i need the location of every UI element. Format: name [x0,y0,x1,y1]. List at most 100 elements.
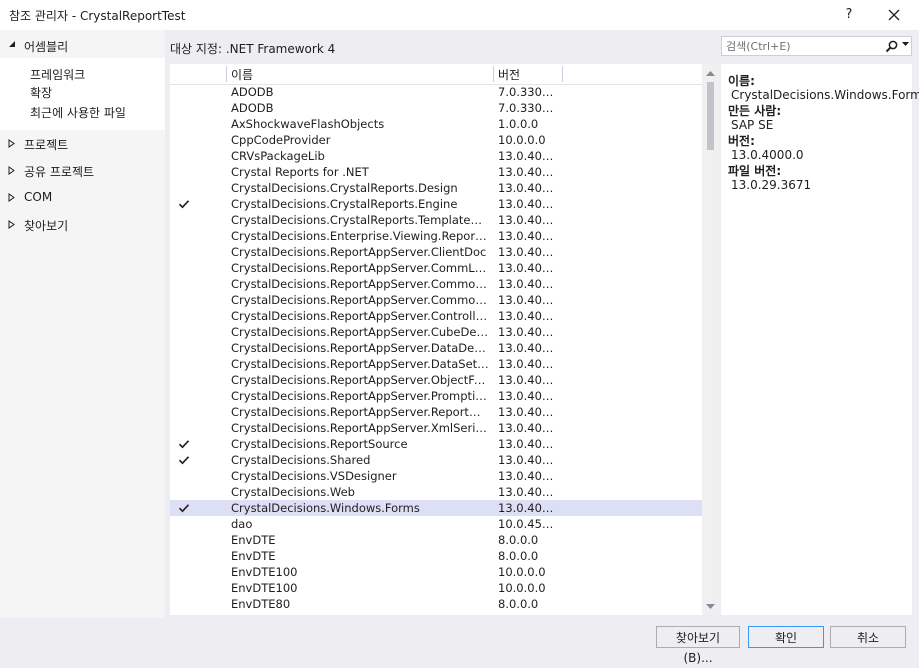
table-row[interactable]: CrystalDecisions.ReportAppServer.ObjectF… [170,372,702,388]
table-row[interactable]: CrystalDecisions.CrystalReports.Engine 13… [170,196,702,212]
checkbox[interactable] [178,118,190,130]
column-header-version[interactable]: 버전 [498,66,520,83]
column-header-name[interactable]: 이름 [231,66,253,83]
target-framework-label: 대상 지정: .NET Framework 4 [170,42,336,56]
table-row[interactable]: CrystalDecisions.CrystalReports.Design 13… [170,180,702,196]
table-row[interactable]: ADODB 7.0.3300.0 [170,100,702,116]
cell-name: Crystal Reports for .NET [231,165,369,179]
checkbox[interactable] [178,262,190,274]
checkbox[interactable] [178,486,190,498]
checkbox[interactable] [178,598,190,610]
checkbox[interactable] [178,278,190,290]
table-row[interactable]: CrystalDecisions.ReportAppServer.CommonO… [170,292,702,308]
table-row[interactable]: CrystalDecisions.ReportAppServer.DataSet… [170,356,702,372]
search-input[interactable] [726,38,876,54]
table-row[interactable]: CrystalDecisions.ReportAppServer.DataDef… [170,340,702,356]
table-row[interactable]: CrystalDecisions.ReportSource 13.0.400... [170,436,702,452]
table-row[interactable]: CrystalDecisions.ReportAppServer.CommLay… [170,260,702,276]
table-row[interactable]: CrystalDecisions.ReportAppServer.CubeDef… [170,324,702,340]
table-row[interactable]: EnvDTE100 10.0.0.0 [170,580,702,596]
table-row[interactable]: AxShockwaveFlashObjects 1.0.0.0 [170,116,702,132]
checkbox-checked[interactable] [178,502,190,514]
column-separator[interactable] [226,66,227,82]
checkbox[interactable] [178,518,190,530]
checkbox[interactable] [178,550,190,562]
table-row[interactable]: CrystalDecisions.Web 13.0.400... [170,484,702,500]
table-row[interactable]: EnvDTE100 10.0.0.0 [170,564,702,580]
table-row[interactable]: CrystalDecisions.ReportAppServer.ReportD… [170,404,702,420]
nav-projects[interactable]: 프로젝트 [0,134,165,154]
checkbox[interactable] [178,422,190,434]
browse-button[interactable]: 찾아보기(B)... [656,626,740,665]
close-button[interactable] [878,3,910,27]
table-row[interactable]: CrystalDecisions.Shared 13.0.400... [170,452,702,468]
table-row[interactable]: CrystalDecisions.VSDesigner 13.0.400... [170,468,702,484]
table-row[interactable]: Crystal Reports for .NET 13.0.400... [170,164,702,180]
checkbox[interactable] [178,406,190,418]
scroll-down-icon[interactable] [706,604,715,610]
table-row[interactable]: CrystalDecisions.ReportAppServer.Control… [170,308,702,324]
help-button[interactable]: ? [834,3,864,27]
checkbox[interactable] [178,534,190,546]
scroll-thumb[interactable] [707,82,714,150]
search-icon[interactable] [885,40,898,53]
chevron-down-icon[interactable] [902,42,909,47]
checkbox[interactable] [178,230,190,242]
checkbox-checked[interactable] [178,438,190,450]
checkbox[interactable] [178,214,190,226]
checkbox[interactable] [178,374,190,386]
nav-shared-projects[interactable]: 공유 프로젝트 [0,161,165,181]
checkbox[interactable] [178,390,190,402]
table-row[interactable]: dao 10.0.450... [170,516,702,532]
cell-version: 13.0.400... [498,325,558,339]
checkbox[interactable] [178,342,190,354]
table-row[interactable]: CRVsPackageLib 13.0.400... [170,148,702,164]
table-row[interactable]: ADODB 7.0.3300.0 [170,84,702,100]
checkbox-checked[interactable] [178,454,190,466]
checkbox[interactable] [178,326,190,338]
table-row[interactable]: CrystalDecisions.Windows.Forms 13.0.400..… [170,500,702,516]
checkbox-checked[interactable] [178,198,190,210]
table-row[interactable]: EnvDTE 8.0.0.0 [170,548,702,564]
table-row[interactable]: CppCodeProvider 10.0.0.0 [170,132,702,148]
table-row[interactable]: CrystalDecisions.ReportAppServer.ClientD… [170,244,702,260]
table-row[interactable]: CrystalDecisions.CrystalReports.Template… [170,212,702,228]
checkbox[interactable] [178,582,190,594]
checkbox[interactable] [178,566,190,578]
nav-browse[interactable]: 찾아보기 [0,215,165,235]
checkbox[interactable] [178,470,190,482]
checkbox[interactable] [178,182,190,194]
nav-item-framework[interactable]: 프레임워크 [30,66,85,83]
table-row[interactable]: CrystalDecisions.ReportAppServer.XmlSeri… [170,420,702,436]
table-row[interactable]: EnvDTE 8.0.0.0 [170,532,702,548]
table-row[interactable]: CrystalDecisions.Enterprise.Viewing.Repo… [170,228,702,244]
ok-button[interactable]: 확인 [748,626,824,648]
cell-name: CrystalDecisions.ReportAppServer.Control… [231,309,489,323]
scroll-up-icon[interactable] [706,70,715,76]
checkbox[interactable] [178,166,190,178]
cell-version: 13.0.400... [498,197,558,211]
checkbox[interactable] [178,102,190,114]
list-scrollbar[interactable] [702,64,719,615]
table-row[interactable]: CrystalDecisions.ReportAppServer.CommonC… [170,276,702,292]
nav-item-extensions[interactable]: 확장 [30,84,52,101]
list-rows: ADODB 7.0.3300.0 ADODB 7.0.3300.0 AxShockwav… [170,84,702,612]
checkbox[interactable] [178,246,190,258]
checkbox[interactable] [178,134,190,146]
nav-com[interactable]: COM [0,188,165,208]
nav-assemblies[interactable]: 어셈블리 [0,36,165,56]
checkbox[interactable] [178,310,190,322]
checkbox[interactable] [178,150,190,162]
table-row[interactable]: CrystalDecisions.ReportAppServer.Prompti… [170,388,702,404]
table-row[interactable]: EnvDTE80 8.0.0.0 [170,596,702,612]
column-separator[interactable] [562,66,563,82]
cell-version: 8.0.0.0 [498,533,539,547]
checkbox[interactable] [178,294,190,306]
nav-item-recent[interactable]: 최근에 사용한 파일 [30,104,126,121]
column-separator[interactable] [493,66,494,82]
checkbox[interactable] [178,358,190,370]
cancel-button[interactable]: 취소 [830,626,906,648]
search-box[interactable] [721,36,912,56]
checkbox[interactable] [178,86,190,98]
cell-name: CRVsPackageLib [231,149,325,163]
